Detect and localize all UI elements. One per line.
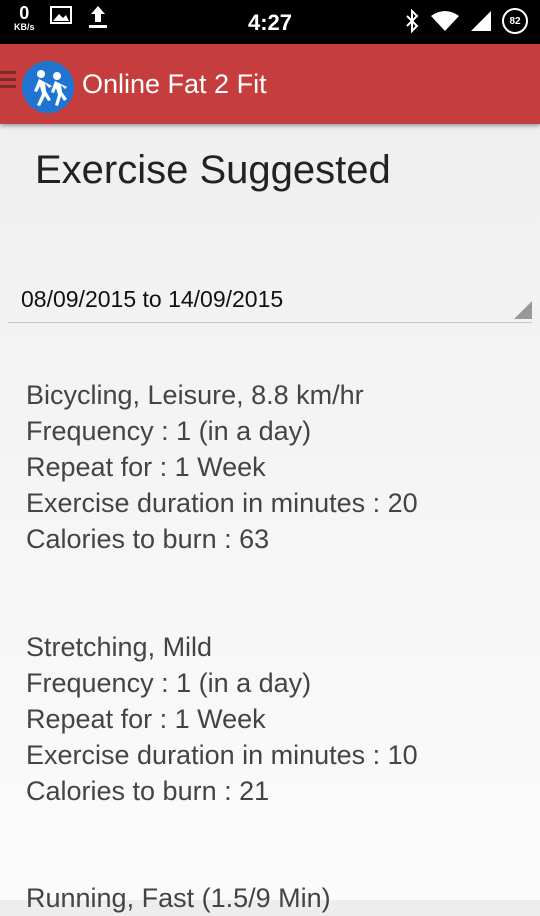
menu-icon[interactable] — [0, 71, 16, 92]
exercise-name: Stretching, Mild — [26, 632, 213, 662]
date-range-dropdown[interactable]: 08/09/2015 to 14/09/2015 — [8, 274, 532, 323]
date-range-value: 08/09/2015 to 14/09/2015 — [21, 286, 284, 312]
exercise-item: Stretching, Mild Frequency : 1 (in a day… — [26, 629, 418, 809]
cell-signal-icon — [471, 11, 491, 31]
status-right: 82 — [404, 8, 528, 34]
exercise-calories: Calories to burn : 21 — [26, 776, 270, 806]
exercise-name: Running, Fast (1.5/9 Min) — [26, 883, 331, 913]
exercise-item: Bicycling, Leisure, 8.8 km/hr Frequency … — [26, 377, 418, 557]
exercise-name: Bicycling, Leisure, 8.8 km/hr — [26, 380, 364, 410]
battery-level: 82 — [509, 15, 521, 27]
app-bar: Online Fat 2 Fit — [0, 44, 540, 124]
battery-icon: 82 — [502, 8, 528, 34]
exercise-duration: Exercise duration in minutes : 10 — [26, 740, 418, 770]
status-bar: 0 KB/s 4:27 82 — [0, 0, 540, 44]
exercise-repeat: Repeat for : 1 Week — [26, 452, 266, 482]
wifi-icon — [431, 11, 459, 31]
exercise-frequency: Frequency : 1 (in a day) — [26, 668, 312, 698]
exercise-duration: Exercise duration in minutes : 20 — [26, 488, 418, 518]
exercise-repeat: Repeat for : 1 Week — [26, 704, 266, 734]
page-title: Exercise Suggested — [35, 148, 391, 192]
exercise-calories: Calories to burn : 63 — [26, 524, 270, 554]
app-title: Online Fat 2 Fit — [82, 69, 267, 99]
app-logo-icon[interactable] — [22, 61, 74, 113]
exercise-item: Running, Fast (1.5/9 Min) — [26, 880, 331, 916]
bluetooth-icon — [406, 9, 419, 33]
dropdown-arrow-icon — [514, 301, 532, 319]
exercise-frequency: Frequency : 1 (in a day) — [26, 416, 312, 446]
